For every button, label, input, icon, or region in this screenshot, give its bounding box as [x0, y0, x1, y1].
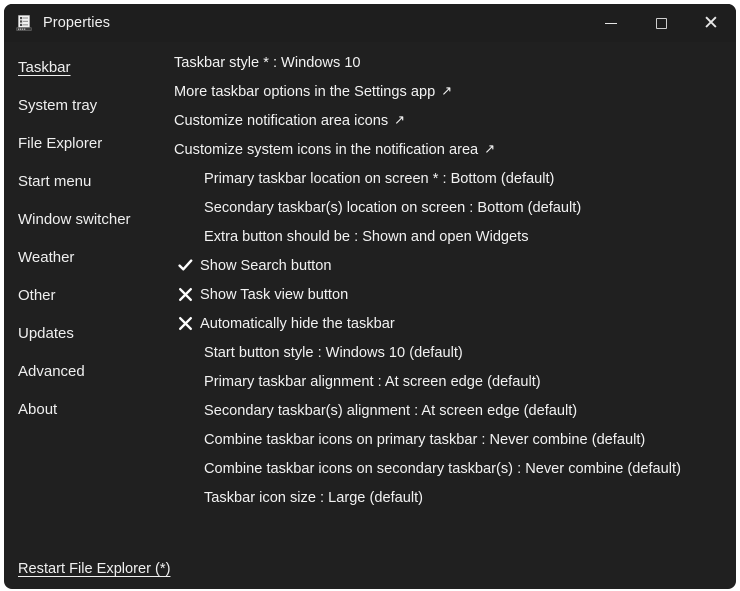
minimize-icon: [605, 22, 617, 24]
footer: Restart File Explorer (*): [4, 549, 736, 589]
setting-row[interactable]: Primary taskbar alignment : At screen ed…: [174, 367, 736, 396]
setting-label: Show Task view button: [200, 286, 349, 303]
cross-icon: [178, 287, 200, 302]
setting-row[interactable]: Extra button should be : Shown and open …: [174, 222, 736, 251]
setting-row[interactable]: Show Task view button: [174, 280, 736, 309]
minimize-button[interactable]: [586, 4, 636, 42]
sidebar-item-taskbar[interactable]: Taskbar: [18, 50, 174, 86]
sidebar-item-label: Start menu: [18, 173, 92, 190]
sidebar-item-other[interactable]: Other: [18, 278, 174, 314]
setting-label: Extra button should be : Shown and open …: [204, 228, 529, 245]
sidebar-item-file-explorer[interactable]: File Explorer: [18, 126, 174, 162]
setting-label: Primary taskbar location on screen * : B…: [204, 170, 555, 187]
restart-file-explorer-link[interactable]: Restart File Explorer (*): [18, 561, 170, 577]
setting-row[interactable]: Show Search button: [174, 251, 736, 280]
sidebar-item-start-menu[interactable]: Start menu: [18, 164, 174, 200]
properties-window: Properties ✕ Taskbar System tray File Ex…: [4, 4, 736, 589]
setting-label: Start button style : Windows 10 (default…: [204, 344, 463, 361]
setting-label: Secondary taskbar(s) alignment : At scre…: [204, 402, 578, 419]
sidebar-item-system-tray[interactable]: System tray: [18, 88, 174, 124]
setting-label: Customize system icons in the notificati…: [174, 141, 479, 158]
sidebar-item-updates[interactable]: Updates: [18, 316, 174, 352]
setting-row[interactable]: Combine taskbar icons on secondary taskb…: [174, 454, 736, 483]
setting-label: Customize notification area icons: [174, 112, 389, 129]
setting-label: Combine taskbar icons on secondary taskb…: [204, 460, 681, 477]
setting-row[interactable]: Taskbar icon size : Large (default): [174, 483, 736, 512]
setting-row[interactable]: More taskbar options in the Settings app…: [174, 77, 736, 106]
maximize-button[interactable]: [636, 4, 686, 42]
cross-icon: [178, 316, 200, 331]
window-title: Properties: [43, 15, 111, 31]
setting-row[interactable]: Taskbar style * : Windows 10: [174, 48, 736, 77]
setting-label: Taskbar style * : Windows 10: [174, 54, 361, 71]
setting-label: Secondary taskbar(s) location on screen …: [204, 199, 582, 216]
setting-row[interactable]: Secondary taskbar(s) alignment : At scre…: [174, 396, 736, 425]
setting-label: Primary taskbar alignment : At screen ed…: [204, 373, 541, 390]
setting-row[interactable]: Combine taskbar icons on primary taskbar…: [174, 425, 736, 454]
external-link-arrow-icon: ↗: [484, 142, 496, 157]
sidebar-item-label: Taskbar: [18, 59, 71, 76]
sidebar-item-label: About: [18, 401, 58, 418]
close-icon: ✕: [703, 11, 719, 34]
setting-row[interactable]: Start button style : Windows 10 (default…: [174, 338, 736, 367]
sidebar-item-label: Window switcher: [18, 211, 131, 228]
setting-label: Taskbar icon size : Large (default): [204, 489, 424, 506]
sidebar-item-advanced[interactable]: Advanced: [18, 354, 174, 390]
check-icon: [178, 258, 200, 273]
sidebar-item-label: System tray: [18, 97, 98, 114]
setting-row[interactable]: Customize notification area icons ↗: [174, 106, 736, 135]
sidebar-item-about[interactable]: About: [18, 392, 174, 428]
external-link-arrow-icon: ↗: [441, 84, 453, 99]
setting-label: Combine taskbar icons on primary taskbar…: [204, 431, 646, 448]
setting-label: More taskbar options in the Settings app: [174, 83, 436, 100]
window-controls: ✕: [586, 4, 736, 42]
external-link-arrow-icon: ↗: [394, 113, 406, 128]
setting-row[interactable]: Primary taskbar location on screen * : B…: [174, 164, 736, 193]
sidebar-item-label: Weather: [18, 249, 75, 266]
title-bar[interactable]: Properties ✕: [4, 4, 736, 42]
setting-row[interactable]: Customize system icons in the notificati…: [174, 135, 736, 164]
setting-label: Automatically hide the taskbar: [200, 315, 395, 332]
setting-row[interactable]: Secondary taskbar(s) location on screen …: [174, 193, 736, 222]
sidebar-item-window-switcher[interactable]: Window switcher: [18, 202, 174, 238]
sidebar-item-label: Other: [18, 287, 56, 304]
setting-label: Show Search button: [200, 257, 332, 274]
maximize-icon: [655, 17, 667, 29]
sidebar-item-weather[interactable]: Weather: [18, 240, 174, 276]
sidebar-item-label: File Explorer: [18, 135, 103, 152]
setting-row[interactable]: Automatically hide the taskbar: [174, 309, 736, 338]
close-button[interactable]: ✕: [686, 4, 736, 42]
sidebar: Taskbar System tray File Explorer Start …: [4, 42, 174, 589]
properties-app-icon: [15, 14, 33, 32]
sidebar-item-label: Advanced: [18, 363, 85, 380]
sidebar-item-label: Updates: [18, 325, 74, 342]
settings-list: Taskbar style * : Windows 10 More taskbar…: [174, 42, 736, 549]
